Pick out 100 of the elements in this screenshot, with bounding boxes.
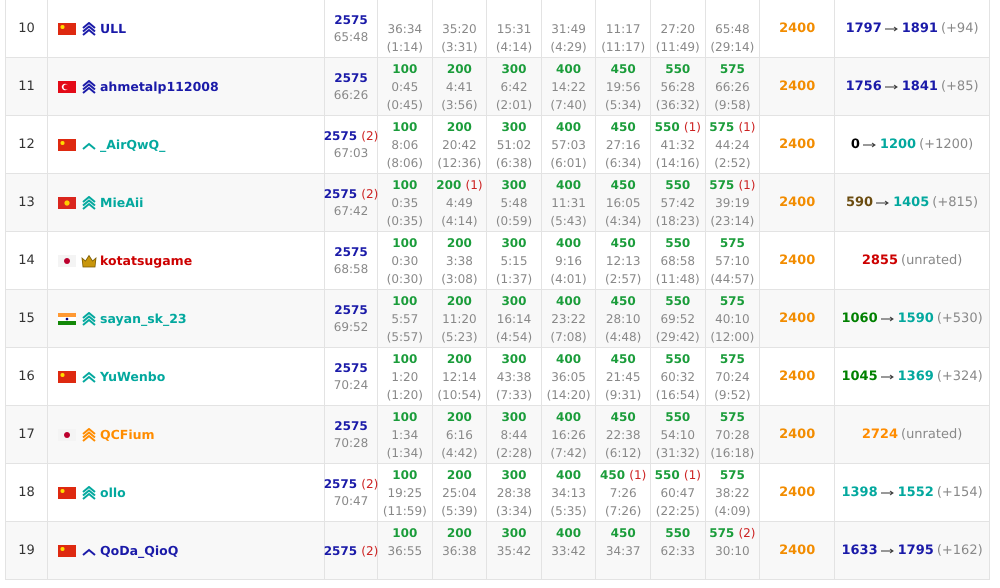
solve-time: 11:31 (551, 195, 586, 212)
rating-cap: 2400 (779, 253, 816, 268)
arrow-icon (880, 316, 895, 322)
solve-time: 8:06 (391, 137, 418, 154)
problem-points: 400 (556, 351, 582, 368)
time-delta: (7:08) (550, 329, 587, 346)
problem-points: 450 (610, 177, 636, 194)
solve-time: 22:38 (606, 427, 640, 444)
problem-points: 200 (1) (436, 177, 483, 194)
penalty-time: 66:26 (334, 88, 368, 102)
username-link[interactable]: QoDa_QioQ (100, 543, 178, 558)
problem-points: 200 (446, 351, 472, 368)
solve-time: 4:41 (446, 79, 473, 96)
username-link[interactable]: ULL (100, 21, 126, 36)
solve-time: 36:55 (388, 543, 422, 560)
solve-time: 57:10 (715, 253, 750, 270)
problem-points: 400 (556, 177, 582, 194)
username-link[interactable]: sayan_sk_23 (100, 311, 187, 326)
problem-points: 300 (501, 351, 527, 368)
solve-time: 40:10 (715, 311, 750, 328)
problem-points: 450 (610, 293, 636, 310)
chevron-icon (81, 196, 97, 210)
time-delta: (7:26) (605, 503, 642, 520)
time-delta: (23:14) (710, 213, 754, 230)
new-rating: 1405 (893, 195, 930, 210)
username-link[interactable]: ollo (100, 485, 126, 500)
time-delta: (2:01) (496, 97, 532, 114)
time-delta: (12:00) (710, 329, 754, 346)
problem-points: 550 (665, 351, 690, 368)
time-delta: (4:14) (441, 213, 478, 230)
rank-number: 15 (18, 311, 35, 326)
solve-time: 39:19 (715, 195, 750, 212)
time-delta: (1:20) (386, 387, 423, 404)
arrow-icon (880, 374, 895, 380)
penalty-time: 67:42 (334, 204, 368, 218)
solve-time: 8:44 (500, 427, 528, 444)
time-delta: (29:42) (656, 329, 700, 346)
problem-points: 100 (392, 119, 418, 136)
username-link[interactable]: kotatsugame (100, 253, 192, 268)
solve-time: 51:02 (496, 137, 532, 154)
arrow-icon (880, 490, 895, 496)
problem-points: 550 (665, 61, 690, 78)
time-delta: (5:43) (550, 213, 587, 230)
problem-points: 450 (610, 119, 636, 136)
solve-time: 56:28 (660, 79, 696, 96)
old-rating: 1045 (841, 369, 878, 384)
chevron-icon (81, 22, 97, 36)
time-delta: (5:34) (605, 97, 642, 114)
solve-time: 0:45 (391, 79, 418, 96)
penalty-time: 69:52 (334, 320, 368, 334)
solve-time: 7:26 (610, 485, 637, 502)
rank-number: 14 (18, 253, 35, 268)
problem-points: 100 (392, 351, 418, 368)
rank-number: 13 (18, 195, 35, 210)
username-link[interactable]: _AirQwQ_ (100, 137, 166, 152)
solve-time: 12:13 (606, 253, 640, 270)
time-delta: (16:54) (656, 387, 700, 404)
problem-points: 550 (665, 177, 690, 194)
problem-points: 100 (392, 235, 418, 252)
solve-time: 23:22 (551, 311, 586, 328)
problem-points: 200 (446, 235, 472, 252)
flag-icon (58, 22, 76, 34)
solve-time: 35:20 (442, 21, 477, 38)
username-link[interactable]: ahmetalp112008 (100, 79, 219, 94)
solve-time: 0:35 (391, 195, 418, 212)
solve-time: 16:05 (606, 195, 640, 212)
problem-points: 300 (501, 177, 527, 194)
time-delta: (1:37) (496, 271, 532, 288)
total-score: 2575 (334, 71, 368, 85)
new-rating: 1891 (902, 21, 938, 36)
chevron-icon (81, 486, 97, 500)
time-delta: (36:32) (656, 97, 700, 114)
problem-points: 550 (665, 409, 690, 426)
rank-number: 16 (18, 369, 35, 384)
time-delta: (10:54) (437, 387, 482, 404)
solve-time: 31:49 (551, 21, 586, 38)
time-delta: (7:33) (496, 387, 532, 404)
flag-icon (58, 370, 76, 382)
rank-number: 10 (18, 21, 35, 36)
problem-points: 575 (720, 351, 745, 368)
problem-points: 200 (446, 467, 472, 484)
problem-points: 200 (446, 293, 472, 310)
solve-time: 41:32 (660, 137, 696, 154)
flag-icon (58, 196, 76, 208)
username-link[interactable]: QCFium (100, 427, 155, 442)
problem-points: 300 (501, 119, 527, 136)
solve-time: 21:45 (606, 369, 640, 386)
problem-points: 550 (1) (654, 119, 701, 136)
new-rating: 1841 (902, 79, 938, 94)
username-link[interactable]: MieAii (100, 195, 144, 210)
time-delta: (5:35) (550, 503, 587, 520)
crown-icon (81, 254, 97, 268)
username-link[interactable]: YuWenbo (100, 369, 166, 384)
time-delta: (44:57) (710, 271, 754, 288)
rating-cap: 2400 (779, 543, 816, 558)
total-score: 2575 (2) (324, 544, 378, 558)
solve-time: 60:47 (660, 485, 696, 502)
time-delta: (0:59) (496, 213, 532, 230)
time-delta: (3:08) (441, 271, 478, 288)
solve-time: 34:37 (606, 543, 640, 560)
